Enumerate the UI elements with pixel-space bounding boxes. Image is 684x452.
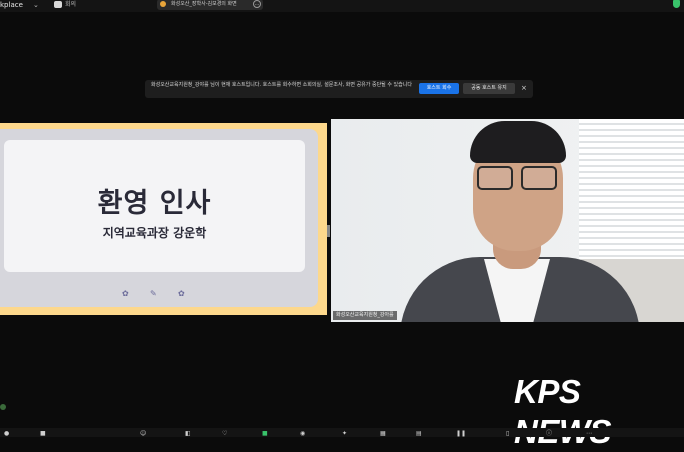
close-icon[interactable]: × — [521, 82, 527, 94]
info-icon[interactable]: ⓘ — [546, 430, 552, 437]
reactions-icon[interactable]: ♡ — [222, 430, 227, 437]
camera-icon[interactable]: ■ — [40, 430, 46, 437]
grid-icon[interactable]: ▤ — [416, 430, 422, 437]
meeting-label[interactable]: 회의 — [65, 0, 76, 10]
pause-icon[interactable]: ❚❚ — [456, 430, 466, 437]
host-notification: 화성오산교육지원청_강야를 님이 현재 호스트입니다. 호스트를 회수하면 소회… — [145, 80, 533, 98]
slide-title: 환영 인사 — [97, 188, 212, 219]
slide-card: 환영 인사 지역교육과장 강운학 ✿ ✎ ✿ — [0, 129, 318, 307]
top-bar: kplace ⌄ 회의 화성오산_장학사-김보경의 화면 … — [0, 0, 684, 12]
chevron-down-icon[interactable]: ⌄ — [33, 0, 39, 10]
screen-share-indicator[interactable]: 화성오산_장학사-김보경의 화면 … — [157, 0, 263, 10]
split-view-handle[interactable] — [327, 225, 330, 237]
meeting-icon[interactable] — [54, 1, 62, 8]
bottom-toolbar: ● ■ ☺ ◧ ♡ ■ ◉ ✦ ▦ ▤ ❚❚ ▯ ⓘ ⋯ — [0, 428, 684, 437]
participant-video[interactable]: 화성오산교육지원청_강아를 — [331, 119, 684, 322]
whiteboard-icon[interactable]: ▦ — [380, 430, 386, 437]
shield-icon[interactable] — [673, 0, 680, 8]
record-icon[interactable]: ◉ — [300, 430, 305, 437]
share-screen-icon[interactable]: ■ — [262, 430, 268, 437]
share-status-icon — [160, 1, 166, 7]
settings-icon[interactable]: ✿ — [178, 289, 185, 298]
app-name: kplace — [0, 1, 23, 9]
person-hair — [470, 121, 566, 163]
status-dot — [0, 404, 6, 410]
share-label: 화성오산_장학사-김보경의 화면 — [171, 1, 237, 7]
options-icon[interactable]: … — [253, 0, 261, 8]
watermark-logo: KPS NEWS — [514, 373, 612, 450]
apps-icon[interactable]: ✦ — [342, 430, 347, 437]
keep-cohost-button[interactable]: 공동 호스트 유지 — [463, 83, 515, 94]
gear-icon[interactable]: ✿ — [122, 289, 129, 298]
participant-name: 화성오산교육지원청_강아를 — [333, 311, 397, 320]
reclaim-host-button[interactable]: 호스트 회수 — [419, 83, 459, 94]
shared-screen: 환영 인사 지역교육과장 강운학 ✿ ✎ ✿ — [0, 123, 327, 315]
participants-icon[interactable]: ☺ — [140, 430, 146, 437]
chat-icon[interactable]: ◧ — [185, 430, 191, 437]
window-blinds — [579, 119, 684, 259]
slide-subtitle: 지역교육과장 강운학 — [102, 226, 207, 240]
pencil-icon[interactable]: ✎ — [150, 289, 157, 298]
slide-content: 환영 인사 지역교육과장 강운학 — [4, 140, 305, 272]
notification-message: 화성오산교육지원청_강야를 님이 현재 호스트입니다. 호스트를 회수하면 소회… — [151, 82, 412, 88]
notes-icon[interactable]: ▯ — [506, 430, 509, 437]
person-glasses — [477, 166, 561, 192]
mic-icon[interactable]: ● — [4, 430, 9, 437]
more-icon[interactable]: ⋯ — [586, 430, 592, 437]
